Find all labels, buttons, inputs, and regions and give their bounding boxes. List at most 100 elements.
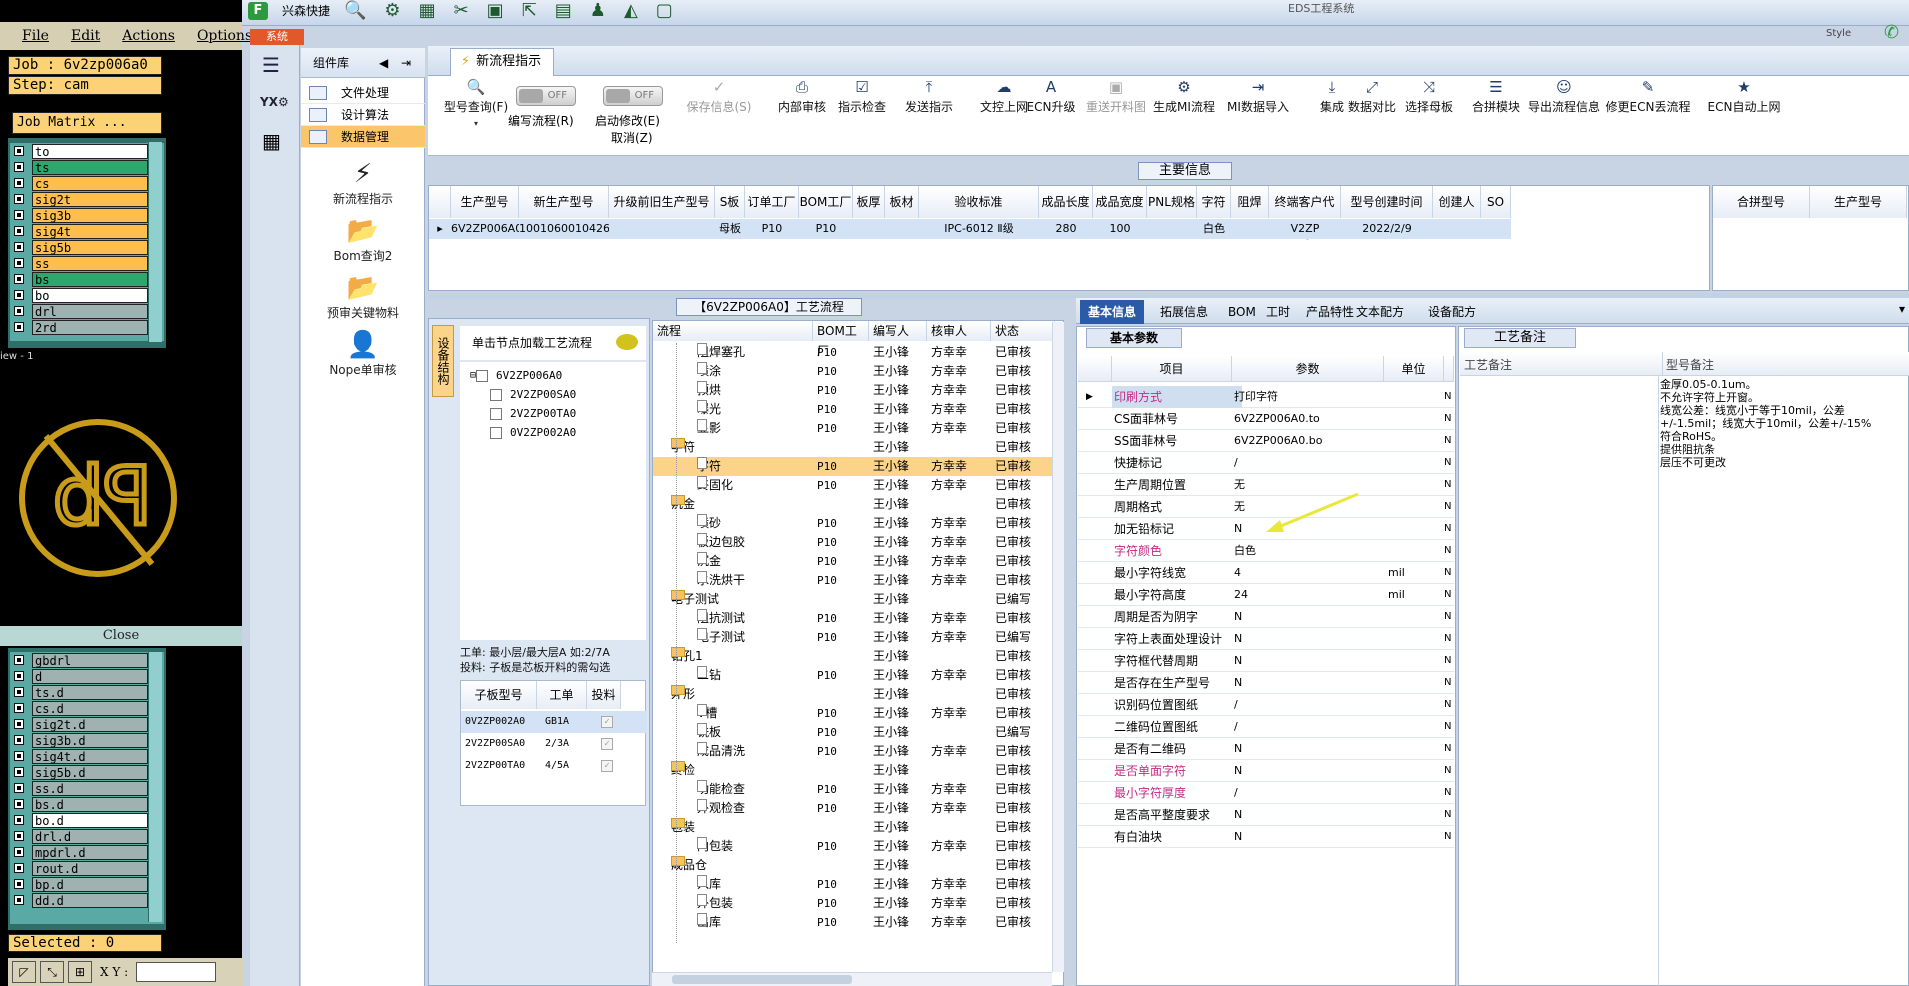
toolbar-button[interactable]: ⇥ MI数据导入	[1218, 78, 1298, 115]
param-row[interactable]: 是否有二维码 N N	[1078, 738, 1454, 760]
grid-cell[interactable]: 白色	[1197, 219, 1231, 239]
param-row[interactable]: 字符框代替周期 N N	[1078, 650, 1454, 672]
tree-checkbox[interactable]	[490, 426, 502, 439]
user-icon[interactable]: ♟	[590, 0, 606, 21]
process-row[interactable]: 铣板 P10 王小锋 已编写	[653, 723, 1055, 742]
column-header[interactable]: 投料	[587, 681, 621, 709]
grid-cell[interactable]	[609, 219, 715, 239]
process-row[interactable]: 电子测试 P10 王小锋 方幸幸 已编写	[653, 628, 1055, 647]
gear-icon[interactable]: ⚙	[384, 0, 400, 21]
column-header[interactable]: 状态	[991, 321, 1055, 341]
layer-checkbox[interactable]	[14, 735, 24, 745]
process-row[interactable]: 入库 P10 王小锋 方幸幸 已审核	[653, 875, 1055, 894]
grid-cell[interactable]: 6V2ZP006A0	[451, 219, 522, 239]
param-value[interactable]: 4	[1232, 562, 1386, 584]
layer-checkbox[interactable]	[14, 178, 24, 188]
layer-row[interactable]: dd.d	[10, 892, 164, 908]
yx-icon[interactable]: YX⚙	[260, 95, 299, 109]
param-row[interactable]: 快捷标记 / N	[1078, 452, 1454, 474]
param-row[interactable]: 识别码位置图纸 / N	[1078, 694, 1454, 716]
layer-row[interactable]: sig2t	[10, 191, 164, 207]
search-icon[interactable]: 🔍	[344, 0, 366, 21]
process-row[interactable]: 阻焊塞孔 P10 王小锋 方幸幸 已审核	[653, 343, 1055, 362]
layer-checkbox[interactable]	[14, 194, 24, 204]
param-row[interactable]: 是否存在生产型号 N N	[1078, 672, 1454, 694]
layer-row[interactable]: sig4t.d	[10, 748, 164, 764]
param-value[interactable]: N	[1232, 606, 1386, 628]
param-value[interactable]: N	[1232, 650, 1386, 672]
param-row[interactable]: 有白油块 N N	[1078, 826, 1454, 848]
tree-node[interactable]: 2V2ZP00TA0	[460, 404, 646, 423]
process-row[interactable]: ⊟包装 王小锋 已审核	[653, 818, 1055, 837]
table-row[interactable]: 0V2ZP002A0 GB1A ✓	[461, 711, 647, 733]
layer-checkbox[interactable]	[14, 258, 24, 268]
param-row[interactable]: 最小字符厚度 / N	[1078, 782, 1454, 804]
layer-checkbox[interactable]	[14, 687, 24, 697]
window-icon[interactable]: ▢	[656, 0, 673, 21]
toolbar-button[interactable]: ☑ 指示检查	[834, 78, 890, 115]
param-value[interactable]: /	[1232, 716, 1386, 738]
layer-checkbox[interactable]	[14, 306, 24, 316]
column-header[interactable]: 新生产型号	[519, 186, 609, 218]
column-header[interactable]: 单位	[1384, 356, 1444, 382]
toolbar-button[interactable]: ★ ECN自动上网	[1698, 78, 1790, 115]
param-value[interactable]: 打印字符	[1232, 386, 1386, 408]
process-row[interactable]: 外观检查 P10 王小锋 方幸幸 已审核	[653, 799, 1055, 818]
layer-row[interactable]: ts.d	[10, 684, 164, 700]
nav-item[interactable]: 文件处理	[301, 82, 425, 104]
grid-cell[interactable]: P10	[799, 219, 853, 239]
grid-cell[interactable]: IPC-6012 Ⅱ级	[919, 219, 1039, 239]
grid-cell[interactable]: 母板	[715, 219, 745, 239]
zoom-tool-icon[interactable]: ⤡	[40, 961, 64, 983]
layer-row[interactable]: sig2t.d	[10, 716, 164, 732]
process-row[interactable]: ⊟成品仓王小锋已审核	[653, 856, 1055, 875]
layer-checkbox[interactable]	[14, 146, 24, 156]
process-row[interactable]: 显影 P10 王小锋 方幸幸 已审核	[653, 419, 1055, 438]
layer-row[interactable]: d	[10, 668, 164, 684]
toolbar-button[interactable]: ⎙ 内部审核	[774, 78, 830, 115]
detail-tab[interactable]: 拓展信息	[1152, 300, 1216, 324]
column-header[interactable]: 成品宽度	[1093, 186, 1147, 218]
param-value[interactable]: 白色	[1232, 540, 1386, 562]
process-hscroll[interactable]	[652, 972, 1052, 986]
process-row[interactable]: 终固化 P10 王小锋 方幸幸 已审核	[653, 476, 1055, 495]
column-header[interactable]: 参数	[1232, 356, 1384, 382]
xy-input[interactable]	[136, 962, 217, 982]
param-value[interactable]: /	[1232, 782, 1386, 804]
param-row[interactable]: 最小字符线宽 4 mil N	[1078, 562, 1454, 584]
param-row[interactable]: 最小字符高度 24 mil N	[1078, 584, 1454, 606]
tree-node[interactable]: 0V2ZP002A0	[460, 423, 646, 442]
process-row[interactable]: 预烘 P10 王小锋 方幸幸 已审核	[653, 381, 1055, 400]
process-row[interactable]: 成品清洗 P10 王小锋 方幸幸 已审核	[653, 742, 1055, 761]
layer-row[interactable]: drl.d	[10, 828, 164, 844]
tree-checkbox[interactable]	[476, 369, 489, 382]
column-header[interactable]	[1444, 356, 1454, 382]
model-notes[interactable]: 金厚0.05-0.1um。 不允许字符上开窗。 线宽公差：线宽小于等于10mil，公…	[1660, 378, 1905, 469]
column-header[interactable]: 升级前旧生产型号	[609, 186, 715, 218]
process-row[interactable]: ⊟电子测试 王小锋 已编写	[653, 590, 1055, 609]
menu-edit[interactable]: Edit	[71, 28, 100, 44]
column-header[interactable]: 创建人	[1433, 186, 1481, 218]
process-row[interactable]: 功能检查 P10 王小锋 方幸幸 已审核	[653, 780, 1055, 799]
layer-row[interactable]: bo.d	[10, 812, 164, 828]
layer-checkbox[interactable]	[14, 879, 24, 889]
layer-row[interactable]: bp.d	[10, 876, 164, 892]
tree-checkbox[interactable]	[490, 388, 502, 401]
param-row[interactable]: ▶ 印刷方式 打印字符 N	[1078, 386, 1454, 408]
column-header[interactable]: 订单工厂	[745, 186, 799, 218]
column-header[interactable]: S板	[715, 186, 745, 218]
chart-icon[interactable]: ◭	[624, 0, 638, 21]
process-row[interactable]: ⊟外形 王小锋 已审核	[653, 685, 1055, 704]
column-header[interactable]: 字符	[1197, 186, 1231, 218]
feed-checkbox[interactable]: ✓	[601, 738, 613, 750]
param-row[interactable]: CS面菲林号 6V2ZP006A0.to N	[1078, 408, 1454, 430]
column-header[interactable]	[1078, 356, 1112, 382]
detail-tab[interactable]: 基本信息	[1080, 300, 1145, 324]
column-header[interactable]: 核审人	[927, 321, 991, 341]
grid-icon[interactable]: ▦	[419, 0, 436, 21]
grid-cell[interactable]	[1231, 219, 1269, 239]
grid-cell[interactable]	[1147, 219, 1197, 239]
chevron-down-icon[interactable]: ▾	[1899, 302, 1905, 316]
layer-row[interactable]: rout.d	[10, 860, 164, 876]
grid-cell[interactable]: 280	[1039, 219, 1093, 239]
